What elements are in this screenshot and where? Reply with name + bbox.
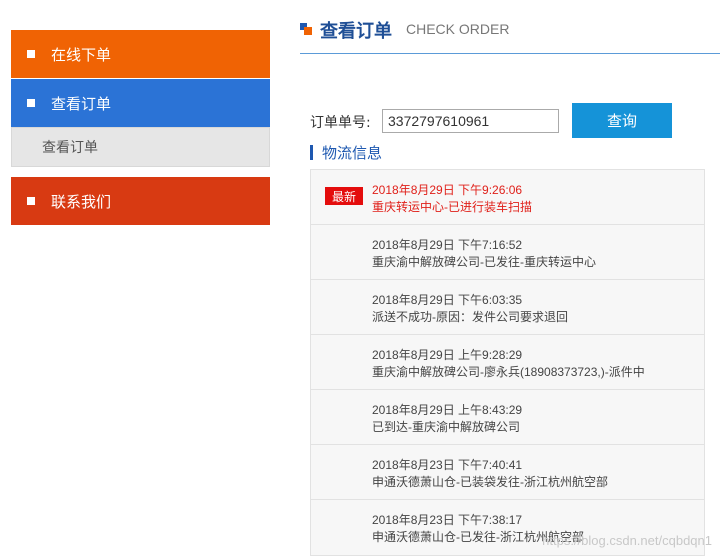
page-title: 查看订单 xyxy=(320,21,392,42)
timeline-entry: 2018年8月29日 下午6:03:35 派送不成功-原因：发件公司要求退回 xyxy=(311,280,704,335)
entry-time: 2018年8月29日 下午7:16:52 xyxy=(372,238,523,252)
order-number-label: 订单单号: xyxy=(310,115,371,131)
timeline-entry: 2018年8月29日 上午9:28:29 重庆渝中解放碑公司-廖永兵(18908… xyxy=(311,335,704,390)
timeline-entry: 2018年8月29日 下午7:16:52 重庆渝中解放碑公司-已发往-重庆转运中… xyxy=(311,225,704,280)
entry-time: 2018年8月23日 下午7:38:17 xyxy=(372,513,523,527)
query-button[interactable]: 查询 xyxy=(572,103,672,138)
section-marker xyxy=(310,145,313,160)
sidebar-item-view-order[interactable]: 查看订单 xyxy=(11,79,270,127)
sidebar-subitem-view-order[interactable]: 查看订单 xyxy=(11,127,270,167)
entry-time: 2018年8月29日 下午6:03:35 xyxy=(372,293,523,307)
sidebar-item-label: 在线下单 xyxy=(51,45,112,64)
logistics-title: 物流信息 xyxy=(322,144,383,162)
entry-time: 2018年8月23日 下午7:40:41 xyxy=(372,458,523,472)
sidebar-item-label: 查看订单 xyxy=(51,94,112,113)
entry-time: 2018年8月29日 上午8:43:29 xyxy=(372,403,523,417)
timeline-entry: 2018年8月23日 下午7:40:41 申通沃德萧山仓-已装袋发往-浙江杭州航… xyxy=(311,445,704,500)
entry-desc: 申通沃德萧山仓-已装袋发往-浙江杭州航空部 xyxy=(372,475,608,489)
entry-desc: 重庆转运中心-已进行装车扫描 xyxy=(372,200,532,214)
entry-desc: 重庆渝中解放碑公司-已发往-重庆转运中心 xyxy=(372,255,596,269)
entry-time: 2018年8月29日 下午9:26:06 xyxy=(372,183,523,197)
entry-time: 2018年8月29日 上午9:28:29 xyxy=(372,348,523,362)
bullet-square-icon xyxy=(27,50,35,58)
page-subtitle: CHECK ORDER xyxy=(406,21,510,37)
sidebar-item-contact-us[interactable]: 联系我们 xyxy=(11,177,270,225)
timeline-entry: 2018年8月29日 上午8:43:29 已到达-重庆渝中解放碑公司 xyxy=(311,390,704,445)
header-divider xyxy=(300,53,720,54)
sidebar-subitem-label: 查看订单 xyxy=(42,140,98,156)
sidebar-item-label: 联系我们 xyxy=(51,192,112,211)
entry-desc: 派送不成功-原因：发件公司要求退回 xyxy=(372,310,568,324)
watermark: https://blog.csdn.net/cqbdqn1 xyxy=(542,533,712,548)
title-logo-icon xyxy=(300,23,312,35)
logistics-timeline: 最新 2018年8月29日 下午9:26:06 重庆转运中心-已进行装车扫描 2… xyxy=(310,169,705,556)
latest-badge: 最新 xyxy=(325,187,363,205)
bullet-square-icon xyxy=(27,99,35,107)
entry-desc: 已到达-重庆渝中解放碑公司 xyxy=(372,420,520,434)
sidebar-item-order-online[interactable]: 在线下单 xyxy=(11,30,270,78)
order-number-input[interactable] xyxy=(382,109,559,133)
entry-desc: 重庆渝中解放碑公司-廖永兵(18908373723,)-派件中 xyxy=(372,365,645,379)
timeline-entry: 最新 2018年8月29日 下午9:26:06 重庆转运中心-已进行装车扫描 xyxy=(311,170,704,225)
bullet-square-icon xyxy=(27,197,35,205)
